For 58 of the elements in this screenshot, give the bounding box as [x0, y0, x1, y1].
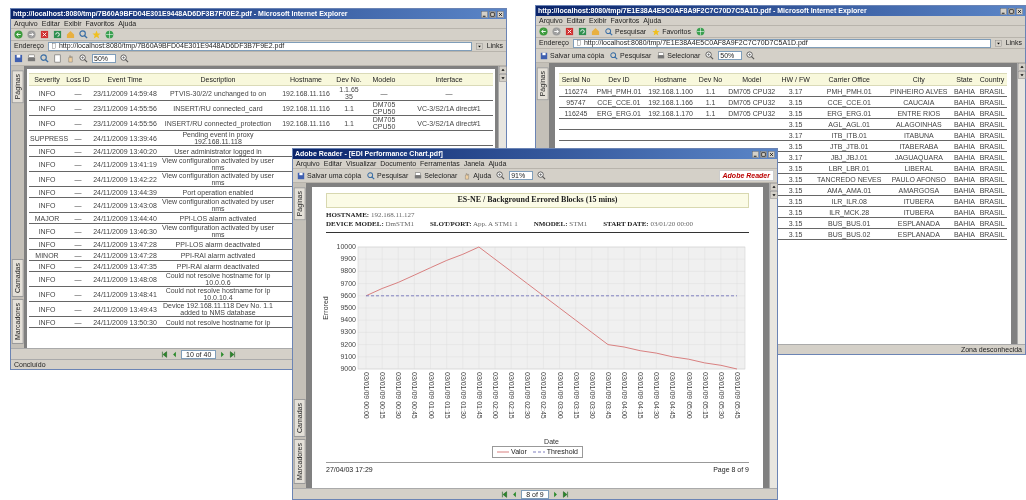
search-icon[interactable] [610, 51, 619, 60]
globe-icon[interactable] [695, 27, 705, 36]
globe-icon[interactable] [105, 30, 114, 39]
print-icon[interactable] [414, 171, 423, 180]
report-title: ES-NE / Background Errored Blocks (15 mins) [326, 193, 749, 208]
first-page-icon[interactable] [161, 350, 168, 358]
minimize-icon[interactable] [1000, 7, 1007, 15]
page-icon[interactable] [575, 40, 582, 46]
save-icon[interactable] [14, 54, 23, 63]
close-icon[interactable] [768, 150, 775, 158]
next-page-icon[interactable] [551, 490, 559, 498]
maximize-icon[interactable] [489, 10, 496, 18]
search-icon[interactable] [40, 54, 49, 63]
zoom-in-icon[interactable] [705, 51, 715, 60]
previous-page-icon[interactable] [171, 350, 178, 358]
stop-icon[interactable] [565, 27, 574, 36]
zoom-in-icon[interactable] [79, 54, 88, 63]
back-icon[interactable] [539, 27, 548, 36]
dropdown-arrow-icon[interactable] [994, 39, 1002, 47]
maximize-icon[interactable] [760, 150, 767, 158]
back-icon[interactable] [14, 30, 23, 39]
stop-icon[interactable] [40, 30, 49, 39]
scroll-up-icon[interactable] [1018, 63, 1026, 71]
minimize-icon[interactable] [481, 10, 488, 18]
zoom-in-icon[interactable] [746, 51, 756, 60]
save-icon[interactable] [540, 51, 548, 60]
forward-icon[interactable] [27, 30, 36, 39]
refresh-icon[interactable] [578, 27, 587, 36]
save-icon[interactable] [297, 171, 305, 180]
previous-page-icon[interactable] [511, 490, 519, 498]
scroll-down-icon[interactable] [499, 74, 507, 82]
minimize-icon[interactable] [752, 150, 759, 158]
print-icon[interactable] [657, 51, 666, 60]
zoom-in-icon[interactable] [537, 171, 547, 180]
search-icon[interactable] [605, 27, 613, 36]
dropdown-arrow-icon[interactable] [475, 42, 483, 50]
search-icon[interactable] [79, 30, 88, 39]
legend-line-icon [532, 450, 545, 454]
close-icon[interactable] [497, 10, 504, 18]
scroll-down-icon[interactable] [1018, 71, 1026, 79]
scroll-up-icon[interactable] [770, 183, 778, 191]
search-icon[interactable] [367, 171, 376, 180]
last-page-icon[interactable] [229, 350, 237, 358]
zoom-in-icon[interactable] [496, 171, 506, 180]
scroll-up-icon[interactable] [499, 66, 507, 74]
refresh-icon[interactable] [53, 30, 62, 39]
forward-icon[interactable] [552, 27, 561, 36]
star-icon[interactable] [652, 27, 661, 36]
last-page-icon[interactable] [561, 490, 569, 498]
close-icon[interactable] [1016, 7, 1023, 15]
next-page-icon[interactable] [219, 350, 227, 358]
legend-line-icon [497, 450, 509, 454]
scroll-down-icon[interactable] [770, 191, 778, 199]
maximize-icon[interactable] [1008, 7, 1015, 15]
zoom-in-icon[interactable] [120, 54, 129, 63]
first-page-icon[interactable] [501, 490, 509, 498]
print-icon[interactable] [27, 54, 36, 63]
star-icon[interactable] [92, 30, 101, 39]
